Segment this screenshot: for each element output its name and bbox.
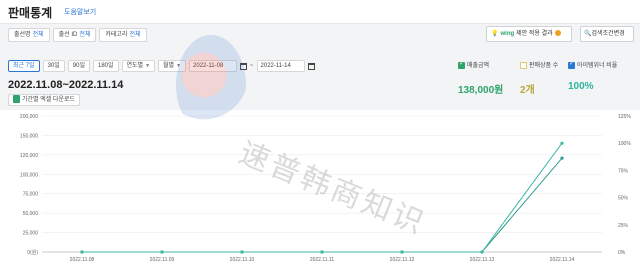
checkbox-icon[interactable]: [568, 60, 575, 69]
metric-sales-toggle[interactable]: 매출금액: [458, 60, 489, 69]
data-point: [560, 141, 564, 145]
data-point: [80, 250, 84, 254]
date-range-label: 2022.11.08~2022.11.14: [8, 79, 124, 91]
x-tick-label: 2022.11.10: [230, 257, 255, 263]
y-left-tick-label: 120,000: [20, 153, 38, 159]
metric-winner-value: 100%: [568, 81, 594, 92]
info-icon: [554, 30, 561, 37]
y-left-tick-label: 100,000: [20, 172, 38, 178]
data-point: [240, 250, 244, 254]
metric-products-toggle[interactable]: 판매상품 수: [520, 60, 558, 69]
filter-bar: 출선명 전체 출선 ID 전체 카테고리 전체: [8, 28, 147, 42]
period-selector: 최근 7일 30일 90일 180일 연도별 ▼ 월별 ▼ 2022-11-08 ~…: [8, 60, 315, 72]
data-point: [320, 250, 324, 254]
data-point: [480, 250, 484, 254]
checkbox-icon[interactable]: [458, 60, 465, 69]
y-left-tick-label: 25,000: [23, 231, 39, 237]
period-180days-button[interactable]: 180일: [92, 60, 119, 72]
filter-exit-name[interactable]: 출선명 전체: [8, 28, 50, 42]
watermark-logo: [176, 35, 246, 135]
y-left-tick-label: 75,000: [23, 192, 39, 198]
y-left-tick-label: 50,000: [23, 211, 39, 217]
end-date-input[interactable]: 2022-11-14: [256, 60, 305, 72]
filter-exit-id[interactable]: 출선 ID 전체: [52, 28, 97, 42]
y-right-tick-label: 0%: [618, 250, 626, 256]
checkbox-icon[interactable]: [520, 61, 527, 69]
page-title: 판매통계: [8, 6, 53, 20]
period-30days-button[interactable]: 30일: [42, 60, 65, 72]
y-right-tick-label: 50%: [618, 196, 629, 202]
data-point: [560, 156, 564, 160]
y-right-tick-label: 75%: [618, 168, 629, 174]
y-left-tick-label: 0(원): [27, 249, 38, 256]
excel-icon: [13, 95, 20, 104]
x-tick-label: 2022.11.09: [150, 257, 175, 263]
bulb-icon: 💡: [491, 31, 499, 37]
help-link[interactable]: 도움말보기: [64, 7, 96, 17]
x-tick-label: 2022.11.08: [70, 257, 95, 263]
x-tick-label: 2022.11.11: [310, 257, 335, 263]
y-right-tick-label: 100%: [618, 141, 631, 147]
unit-select[interactable]: 연도별 ▼: [121, 60, 156, 72]
x-tick-label: 2022.11.13: [470, 257, 495, 263]
y-right-tick-label: 25%: [618, 223, 629, 229]
y-left-tick-label: 200,000: [20, 114, 38, 120]
wing-suggestion-result[interactable]: 💡 wing 제안 적용 결과: [486, 26, 572, 42]
metric-winner-toggle[interactable]: 아이템위너 비율: [568, 60, 617, 69]
date-separator: ~: [250, 63, 254, 69]
y-right-tick-label: 125%: [618, 114, 631, 120]
chevron-down-icon: ▼: [145, 63, 151, 69]
x-tick-label: 2022.11.14: [550, 257, 575, 263]
data-point: [400, 250, 404, 254]
metric-sales-value: 138,000원: [458, 85, 504, 96]
metric-products-value: 2개: [520, 85, 535, 96]
excel-download-button[interactable]: 기간별 엑셀 다운로드: [8, 94, 81, 106]
period-90days-button[interactable]: 90일: [67, 60, 90, 72]
calendar-icon[interactable]: [307, 62, 315, 70]
filter-category[interactable]: 카테고리 전체: [99, 28, 147, 42]
y-left-tick-label: 150,000: [20, 133, 38, 139]
data-point: [160, 250, 164, 254]
page-header: 판매통계 도움말보기: [0, 0, 640, 24]
x-tick-label: 2022.11.12: [390, 257, 415, 263]
period-7days-button[interactable]: 최근 7일: [8, 60, 40, 72]
search-condition-button[interactable]: 🔍검색조건변경: [580, 26, 634, 42]
